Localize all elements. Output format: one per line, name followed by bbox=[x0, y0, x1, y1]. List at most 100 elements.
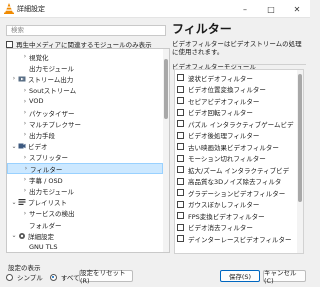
chevron-right-icon[interactable]: › bbox=[21, 154, 29, 161]
tree-item[interactable]: › 出力モジュール bbox=[7, 185, 163, 196]
module-checkbox[interactable] bbox=[177, 235, 184, 243]
module-list-item[interactable]: ビデオ後処理フィルター bbox=[177, 130, 259, 141]
module-checkbox[interactable] bbox=[177, 143, 184, 151]
tree-item-label: 出力モジュール bbox=[29, 187, 75, 196]
tree-item-label: フィルター bbox=[30, 165, 63, 174]
module-checkbox[interactable] bbox=[177, 85, 184, 93]
tree-item[interactable]: ⌄ プレイリスト bbox=[7, 197, 163, 208]
tree-item[interactable]: › フィルター bbox=[7, 163, 163, 175]
chevron-right-icon[interactable]: › bbox=[21, 53, 29, 60]
tree-item-label: スプリッター bbox=[29, 154, 68, 163]
module-label: ビデオ消去フィルター bbox=[188, 224, 253, 233]
window-title: 詳細設定 bbox=[17, 5, 45, 13]
settings-tree[interactable]: › 視覚化 出力モジュール › ストリーム出力 › Soutストリーム › VOD › パケッタイザ… bbox=[6, 48, 170, 253]
chevron-right-icon[interactable]: › bbox=[21, 210, 29, 217]
chevron-down-icon[interactable]: ⌄ bbox=[10, 143, 18, 150]
module-list-item[interactable]: FPS変換ビデオフィルター bbox=[177, 210, 265, 221]
module-label: 高品質な3Dノイズ除去フィルタ bbox=[188, 178, 282, 187]
chevron-down-icon[interactable]: ⌄ bbox=[10, 199, 18, 206]
module-checkbox[interactable] bbox=[177, 154, 184, 162]
tree-item[interactable]: › 出力手段 bbox=[7, 129, 163, 140]
module-checkbox[interactable] bbox=[177, 131, 184, 139]
tree-scrollbar-thumb[interactable] bbox=[164, 59, 168, 119]
tree-item-label: ビデオ bbox=[28, 143, 48, 152]
all-radio[interactable] bbox=[49, 273, 57, 281]
checkbox-box[interactable] bbox=[6, 40, 13, 48]
search-input[interactable]: 検索 bbox=[6, 25, 166, 36]
chevron-right-icon[interactable]: › bbox=[21, 98, 29, 105]
tree-item[interactable]: › マルチプレクサー bbox=[7, 118, 163, 129]
video-filter-module-list[interactable]: 波状ビデオフィルタービデオ位置変換フィルター セピアビデオフィルター ビデオ回転フィ… bbox=[174, 69, 304, 254]
tree-item[interactable]: ⌄ 詳細設定 bbox=[7, 230, 163, 241]
module-list-item[interactable]: セピアビデオフィルター bbox=[177, 95, 259, 106]
module-list-item[interactable]: 高品質な3Dノイズ除去フィルタ bbox=[177, 176, 281, 187]
module-list-scrollbar[interactable] bbox=[297, 70, 303, 253]
save-button[interactable]: 保存(S) bbox=[220, 270, 260, 282]
tree-item-label: 字幕 / OSD bbox=[29, 176, 63, 185]
tree-item-label: パケッタイザー bbox=[29, 109, 75, 118]
module-list-item[interactable]: 古い映画効果ビデオフィルター bbox=[177, 141, 279, 152]
chevron-right-icon[interactable]: › bbox=[21, 187, 29, 194]
module-checkbox[interactable] bbox=[177, 97, 184, 105]
tree-item[interactable]: › パケッタイザー bbox=[7, 107, 163, 118]
tree-item[interactable]: 出力モジュール bbox=[7, 62, 163, 73]
module-checkbox[interactable] bbox=[177, 120, 184, 128]
tree-item[interactable]: › 視覚化 bbox=[7, 51, 163, 62]
module-label: FPS変換ビデオフィルター bbox=[188, 212, 265, 221]
module-list-item[interactable]: グラデーションビデオフィルター bbox=[177, 187, 285, 198]
chevron-right-icon[interactable]: › bbox=[22, 165, 30, 172]
module-list-item[interactable]: 波状ビデオフィルター bbox=[177, 72, 253, 83]
tree-item[interactable]: › 字幕 / OSD bbox=[7, 174, 163, 185]
close-button[interactable]: ✕ bbox=[284, 0, 310, 18]
module-list-item[interactable]: パズル インタラクティブゲームビデ bbox=[177, 118, 293, 129]
tree-item[interactable]: › VOD bbox=[7, 96, 163, 107]
tree-item[interactable]: ⌄ ビデオ bbox=[7, 141, 163, 152]
module-checkbox[interactable] bbox=[177, 177, 184, 185]
module-checkbox[interactable] bbox=[177, 223, 184, 231]
chevron-right-icon[interactable]: › bbox=[21, 87, 29, 94]
tree-item[interactable]: フォルダー bbox=[7, 219, 163, 230]
tree-scrollbar[interactable] bbox=[163, 49, 169, 252]
module-checkbox[interactable] bbox=[177, 108, 184, 116]
tree-item-label: マルチプレクサー bbox=[29, 120, 81, 129]
chevron-right-icon[interactable]: › bbox=[21, 131, 29, 138]
maximize-button[interactable]: □ bbox=[258, 0, 284, 18]
tree-item-label: VOD bbox=[29, 97, 44, 106]
module-checkbox[interactable] bbox=[177, 189, 184, 197]
chevron-right-icon[interactable]: › bbox=[10, 75, 18, 82]
module-list-item[interactable]: 拡大/ズーム インタラクティブビデ bbox=[177, 164, 289, 175]
module-label: ビデオ後処理フィルター bbox=[188, 132, 260, 141]
reset-settings-button[interactable]: 設定をリセット(R) bbox=[79, 269, 133, 285]
module-label: グラデーションビデオフィルター bbox=[188, 189, 286, 198]
chevron-right-icon[interactable]: › bbox=[21, 120, 29, 127]
module-checkbox[interactable] bbox=[177, 212, 184, 220]
simple-radio-label: シンプル bbox=[17, 274, 43, 282]
module-list-item[interactable]: ビデオ回転フィルター bbox=[177, 107, 253, 118]
chevron-right-icon[interactable]: › bbox=[21, 109, 29, 116]
simple-radio[interactable] bbox=[6, 273, 13, 281]
module-list-item[interactable]: ビデオ消去フィルター bbox=[177, 222, 253, 233]
module-checkbox[interactable] bbox=[177, 74, 184, 82]
tree-item[interactable]: › Soutストリーム bbox=[7, 85, 163, 96]
module-list-scrollbar-thumb[interactable] bbox=[298, 74, 302, 202]
tree-item[interactable]: GNU TLS bbox=[7, 241, 163, 252]
title-bar: 詳細設定 – □ ✕ bbox=[0, 0, 310, 18]
module-label: ビデオ位置変換フィルター bbox=[188, 86, 266, 95]
module-label: ビデオ回転フィルター bbox=[188, 109, 253, 118]
tree-item[interactable]: › サービスの検出 bbox=[7, 208, 163, 219]
module-list-item[interactable]: ビデオ位置変換フィルター bbox=[177, 84, 266, 95]
module-checkbox[interactable] bbox=[177, 166, 184, 174]
panel-description: ビデオフィルターはビデオストリームの処理に使用されます。 bbox=[172, 40, 302, 56]
module-checkbox[interactable] bbox=[177, 200, 184, 208]
module-list-item[interactable]: ガウスぼかしフィルター bbox=[177, 199, 259, 210]
minimize-button[interactable]: – bbox=[232, 0, 258, 18]
chevron-down-icon[interactable]: ⌄ bbox=[10, 232, 18, 239]
module-list-item[interactable]: モーション切れフィルター bbox=[177, 153, 266, 164]
vlc-cone-icon bbox=[4, 3, 14, 14]
chevron-right-icon[interactable]: › bbox=[21, 176, 29, 183]
tree-item-label: 視覚化 bbox=[29, 53, 49, 62]
module-list-item[interactable]: デインターレースビデオフィルター bbox=[177, 233, 292, 244]
tree-item[interactable]: › スプリッター bbox=[7, 152, 163, 163]
tree-item[interactable]: › ストリーム出力 bbox=[7, 73, 163, 84]
cancel-button[interactable]: キャンセル(C) bbox=[263, 269, 306, 285]
